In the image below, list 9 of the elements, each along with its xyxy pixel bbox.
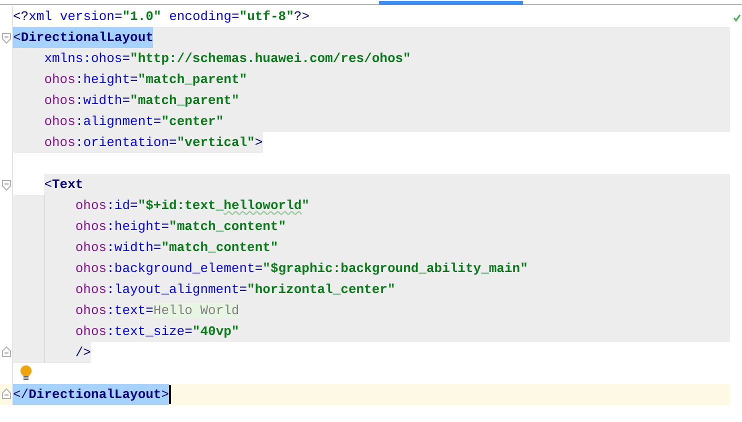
lightbulb-icon[interactable] bbox=[20, 365, 32, 381]
fold-icon[interactable] bbox=[2, 180, 11, 191]
code-line: <?xml version="1.0" encoding="utf-8"?> bbox=[13, 8, 310, 26]
fold-icon[interactable] bbox=[2, 33, 11, 44]
line-highlight bbox=[13, 195, 44, 216]
line-highlight bbox=[13, 342, 44, 363]
checkmark-icon[interactable] bbox=[733, 14, 741, 22]
fold-icon[interactable] bbox=[2, 388, 11, 399]
fold-icon[interactable] bbox=[2, 346, 11, 357]
